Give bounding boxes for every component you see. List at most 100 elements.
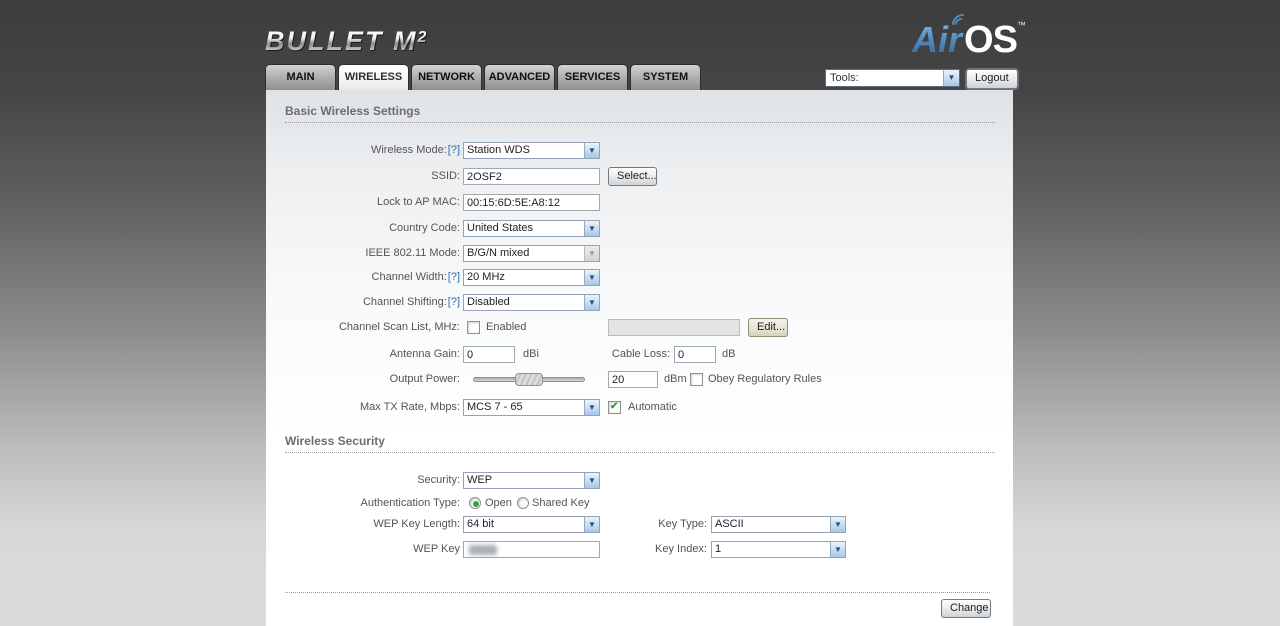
security-value: WEP [467,474,493,486]
airos-logo-os: OS [964,19,1018,61]
output-power-slider[interactable] [473,373,585,386]
max-tx-rate-label: Max TX Rate, Mbps: [359,401,460,413]
ieee-mode-select: B/G/N mixed ▼ [463,245,600,262]
lock-ap-mac-label: Lock to AP MAC: [377,196,460,208]
channel-shifting-value: Disabled [467,296,510,308]
country-code-value: United States [467,222,534,234]
tab-services[interactable]: SERVICES [557,64,628,90]
tab-wireless[interactable]: WIRELESS [338,64,409,90]
ieee-mode-row: IEEE 802.11 Mode: B/G/N mixed ▼ [266,245,1013,262]
wireless-mode-select[interactable]: Station WDS ▼ [463,142,600,159]
auth-open-radio[interactable] [469,497,481,509]
security-select[interactable]: WEP ▼ [463,472,600,489]
antenna-gain-row: Antenna Gain: dBi Cable Loss: dB [266,346,1013,363]
obey-regulatory-label: Obey Regulatory Rules [708,373,822,385]
airos-logo: Air OS ™ [912,14,1026,61]
output-power-unit: dBm [664,373,687,385]
country-code-label: Country Code: [389,222,460,234]
output-power-row: Output Power: dBm Obey Regulatory Rules [266,371,1013,388]
lock-ap-mac-row: Lock to AP MAC: [266,194,1013,211]
wifi-waves-icon [952,14,964,25]
country-code-select[interactable]: United States ▼ [463,220,600,237]
channel-width-help-link[interactable]: [?] [448,271,460,283]
wireless-mode-row: Wireless Mode:[?] Station WDS ▼ [266,142,1013,159]
channel-shifting-select[interactable]: Disabled ▼ [463,294,600,311]
footer-divider [285,592,990,593]
max-tx-rate-select[interactable]: MCS 7 - 65 ▼ [463,399,600,416]
automatic-checkbox[interactable] [608,401,621,414]
tools-select-value: Tools: [830,72,859,84]
ssid-label: SSID: [431,170,460,182]
channel-scan-edit-button[interactable]: Edit... [748,318,788,337]
key-index-label: Key Index: [655,543,707,555]
security-label: Security: [417,474,460,486]
channel-width-label: Channel Width:[?] [371,271,460,283]
slider-handle[interactable] [515,373,543,386]
chevron-down-icon: ▼ [584,246,599,261]
change-button[interactable]: Change [941,599,991,618]
channel-width-value: 20 MHz [467,271,505,283]
tab-system[interactable]: SYSTEM [630,64,701,90]
content-panel: Basic Wireless Settings Wireless Mode:[?… [266,90,1013,626]
key-type-value: ASCII [715,518,744,530]
tab-main[interactable]: MAIN [265,64,336,90]
channel-scan-enabled-checkbox[interactable] [467,321,480,334]
tab-advanced[interactable]: ADVANCED [484,64,555,90]
ieee-mode-value: B/G/N mixed [467,247,530,259]
ssid-input[interactable] [463,168,600,185]
airos-trademark: ™ [1016,20,1026,30]
header-toolbar: Tools: ▼ Logout [825,69,1018,89]
obey-regulatory-checkbox[interactable] [690,373,703,386]
channel-shifting-label: Channel Shifting:[?] [362,296,460,308]
auth-shared-key-label: Shared Key [532,497,590,509]
key-type-label: Key Type: [658,518,707,530]
redacted-wep-key-value [469,545,497,555]
channel-shifting-row: Channel Shifting:[?] Disabled ▼ [266,294,1013,311]
device-logo-sup: 2 [417,29,427,46]
wep-key-length-row: WEP Key Length: 64 bit ▼ Key Type: ASCII… [266,516,1013,533]
basic-wireless-settings-title: Basic Wireless Settings [285,104,995,123]
wep-key-length-label: WEP Key Length: [373,518,460,530]
channel-scan-label: Channel Scan List, MHz: [338,321,460,333]
ssid-select-button[interactable]: Select... [608,167,657,186]
output-power-input[interactable] [608,371,658,388]
key-index-value: 1 [715,543,722,555]
logout-button[interactable]: Logout [966,69,1018,89]
wep-key-row: WEP Key Key Index: 1 ▼ [266,541,1013,558]
chevron-down-icon: ▼ [584,143,599,158]
chevron-down-icon: ▼ [943,70,959,86]
tools-select[interactable]: Tools: ▼ [825,69,960,87]
auth-shared-key-radio[interactable] [517,497,529,509]
airos-page: { "header": { "device_logo": { "name": "… [0,0,1280,626]
channel-scan-list-input [608,319,740,336]
auth-type-label: Authentication Type: [360,497,460,509]
chevron-down-icon: ▼ [830,542,845,557]
ieee-mode-label: IEEE 802.11 Mode: [365,247,460,259]
auth-open-label: Open [485,497,512,509]
key-type-select[interactable]: ASCII ▼ [711,516,846,533]
wireless-mode-help-link[interactable]: [?] [448,144,460,156]
chevron-down-icon: ▼ [830,517,845,532]
lock-ap-mac-input[interactable] [463,194,600,211]
chevron-down-icon: ▼ [584,473,599,488]
antenna-gain-label: Antenna Gain: [389,348,460,360]
tab-network[interactable]: NETWORK [411,64,482,90]
max-tx-rate-value: MCS 7 - 65 [467,401,523,413]
security-row: Security: WEP ▼ [266,472,1013,489]
key-index-select[interactable]: 1 ▼ [711,541,846,558]
country-code-row: Country Code: United States ▼ [266,220,1013,237]
output-power-label: Output Power: [389,373,460,385]
auth-type-row: Authentication Type: Open Shared Key [266,495,1013,512]
channel-shifting-help-link[interactable]: [?] [448,296,460,308]
device-logo: BULLET M2 [265,26,426,58]
airos-logo-air: Air [912,14,964,60]
automatic-label: Automatic [628,401,677,413]
chevron-down-icon: ▼ [584,221,599,236]
cable-loss-input[interactable] [674,346,716,363]
channel-width-select[interactable]: 20 MHz ▼ [463,269,600,286]
wireless-security-title: Wireless Security [285,434,995,453]
wep-key-label: WEP Key [413,543,460,555]
channel-width-row: Channel Width:[?] 20 MHz ▼ [266,269,1013,286]
main-nav-tabs: MAIN WIRELESS NETWORK ADVANCED SERVICES … [265,64,701,90]
max-tx-rate-row: Max TX Rate, Mbps: MCS 7 - 65 ▼ Automati… [266,399,1013,416]
